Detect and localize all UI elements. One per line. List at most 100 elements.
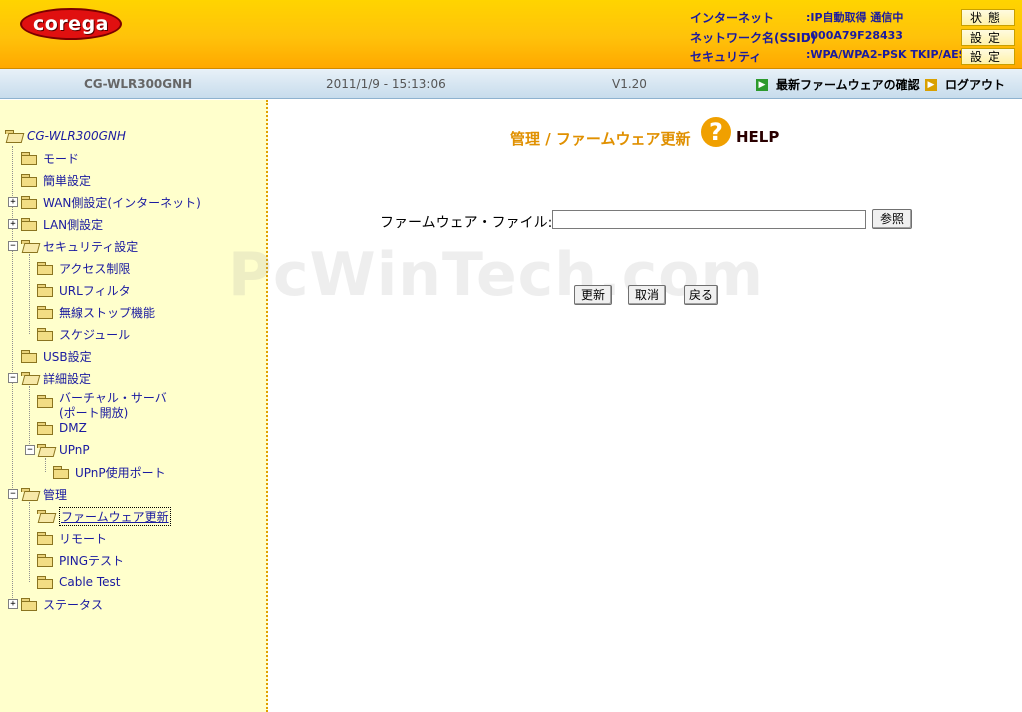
security-status-row: セキュリティ :WPA/WPA2-PSK TKIP/AES 設定 [690, 48, 1015, 67]
expand-wan-icon[interactable]: + [8, 197, 18, 207]
sidebar-item-label-group: バーチャル・サーバ (ポート開放) [59, 391, 167, 421]
sidebar-item-firmware-update[interactable]: ファームウェア更新 [37, 506, 171, 526]
folder-icon [37, 532, 53, 545]
sidebar-item-label: ファームウェア更新 [59, 506, 171, 526]
sidebar-item-label: 詳細設定 [43, 371, 92, 386]
sidebar-item-label: モード [43, 151, 80, 166]
folder-icon [53, 466, 69, 479]
sidebar-item-label: スケジュール [59, 327, 131, 342]
collapse-security-icon[interactable]: − [8, 241, 18, 251]
collapse-upnp-icon[interactable]: − [25, 445, 35, 455]
sidebar-item-label: WAN側設定(インターネット) [43, 195, 201, 210]
cancel-button[interactable]: 取消 [628, 285, 666, 305]
sidebar-item-label: ステータス [43, 597, 104, 612]
tree-root[interactable]: CG-WLR300GNH [5, 127, 126, 145]
folder-open-icon [21, 240, 37, 252]
sidebar-item-url-filter[interactable]: URLフィルタ [37, 281, 131, 299]
folder-icon [37, 328, 53, 341]
sidebar-item-schedule[interactable]: スケジュール [37, 325, 130, 343]
firmware-file-input[interactable] [552, 210, 866, 229]
corega-logo: corega [20, 8, 122, 40]
ssid-settings-button[interactable]: 設定 [961, 29, 1015, 46]
security-label: セキュリティ [690, 50, 762, 64]
browse-button[interactable]: 参照 [872, 209, 912, 229]
firmware-file-label: ファームウェア・ファイル: [380, 215, 553, 231]
sidebar-item-label: USB設定 [43, 349, 92, 364]
help-icon[interactable]: ? [701, 117, 731, 147]
expand-lan-icon[interactable]: + [8, 219, 18, 229]
folder-icon [37, 306, 53, 319]
tree-connector [45, 458, 46, 472]
folder-icon [21, 598, 37, 611]
security-settings-button[interactable]: 設定 [961, 48, 1015, 65]
folder-icon [37, 262, 53, 275]
yellow-arrow-icon: ▶ [925, 78, 937, 91]
expand-status-icon[interactable]: + [8, 599, 18, 609]
firmware-check-link[interactable]: ▶ 最新ファームウェアの確認 [756, 76, 920, 93]
sidebar-item-usb[interactable]: USB設定 [21, 347, 92, 365]
folder-open-icon [21, 488, 37, 500]
internet-status-row: インターネット :IP自動取得 通信中 状態 [690, 9, 1015, 28]
sidebar-item-label: セキュリティ設定 [43, 239, 139, 254]
sidebar-item-security[interactable]: セキュリティ設定 [21, 237, 138, 255]
sidebar-item-label: UPnP使用ポート [75, 465, 166, 480]
green-arrow-icon: ▶ [756, 78, 768, 91]
collapse-advanced-icon[interactable]: − [8, 373, 18, 383]
sidebar-item-label: Cable Test [59, 575, 121, 589]
ssid-label: ネットワーク名(SSID) [690, 31, 817, 45]
firmware-version: V1.20 [612, 77, 647, 91]
tree-connector [29, 254, 30, 334]
sidebar-item-status[interactable]: ステータス [21, 595, 103, 613]
sidebar-item-advanced[interactable]: 詳細設定 [21, 369, 91, 387]
folder-icon [21, 174, 37, 187]
sidebar-item-cable-test[interactable]: Cable Test [37, 573, 121, 591]
sidebar-item-upnp-port[interactable]: UPnP使用ポート [53, 463, 166, 481]
sidebar-item-label: DMZ [59, 421, 87, 435]
sidebar-item-label: 簡単設定 [43, 173, 92, 188]
tree-connector [29, 386, 30, 450]
sidebar-item-mode[interactable]: モード [21, 149, 79, 167]
sidebar-item-lan[interactable]: LAN側設定 [21, 215, 103, 233]
sidebar-item-access-control[interactable]: アクセス制限 [37, 259, 130, 277]
sidebar-item-wireless-stop[interactable]: 無線ストップ機能 [37, 303, 155, 321]
model-name: CG-WLR300GNH [84, 77, 193, 91]
sidebar-item-admin[interactable]: 管理 [21, 485, 67, 503]
folder-icon [37, 554, 53, 567]
datetime: 2011/1/9 - 15:13:06 [326, 77, 446, 91]
sidebar-tree: + + − − − − + CG-WLR300GNH モード 簡単設定 WAN側… [0, 100, 268, 712]
sidebar-item-label: 管理 [43, 487, 68, 502]
firmware-check-label: 最新ファームウェアの確認 [776, 78, 920, 92]
folder-icon [37, 395, 53, 408]
sidebar-item-label: バーチャル・サーバ [59, 391, 167, 405]
header-bar: corega インターネット :IP自動取得 通信中 状態 ネットワーク名(SS… [0, 0, 1022, 69]
tree-connector [29, 502, 30, 582]
sidebar-item-upnp[interactable]: UPnP [37, 441, 90, 459]
folder-icon [37, 576, 53, 589]
logout-link[interactable]: ▶ ログアウト [925, 76, 1005, 93]
page-title: 管理 / ファームウェア更新 [510, 130, 691, 148]
sidebar-item-label: PINGテスト [59, 553, 125, 568]
tree-root-label: CG-WLR300GNH [27, 129, 126, 143]
back-button[interactable]: 戻る [684, 285, 718, 305]
folder-icon [21, 152, 37, 165]
folder-icon [21, 218, 37, 231]
security-value: :WPA/WPA2-PSK TKIP/AES [806, 48, 962, 61]
help-link[interactable]: HELP [736, 128, 779, 146]
sidebar-item-label: URLフィルタ [59, 283, 131, 298]
update-button[interactable]: 更新 [574, 285, 612, 305]
sidebar-item-label: LAN側設定 [43, 217, 104, 232]
sidebar-item-easy-setup[interactable]: 簡単設定 [21, 171, 91, 189]
sidebar-item-label: アクセス制限 [59, 261, 131, 276]
collapse-admin-icon[interactable]: − [8, 489, 18, 499]
ssid-status-row: ネットワーク名(SSID) :000A79F28433 設定 [690, 29, 1015, 48]
sidebar-item-dmz[interactable]: DMZ [37, 419, 87, 437]
sidebar-item-wan[interactable]: WAN側設定(インターネット) [21, 193, 201, 211]
status-button[interactable]: 状態 [961, 9, 1015, 26]
sidebar-item-ping-test[interactable]: PINGテスト [37, 551, 124, 569]
folder-icon [37, 284, 53, 297]
internet-value: :IP自動取得 通信中 [806, 11, 904, 24]
sidebar-item-remote[interactable]: リモート [37, 529, 107, 547]
sidebar-item-label: UPnP [59, 443, 90, 457]
folder-open-icon [37, 444, 53, 456]
folder-open-icon [37, 510, 53, 522]
